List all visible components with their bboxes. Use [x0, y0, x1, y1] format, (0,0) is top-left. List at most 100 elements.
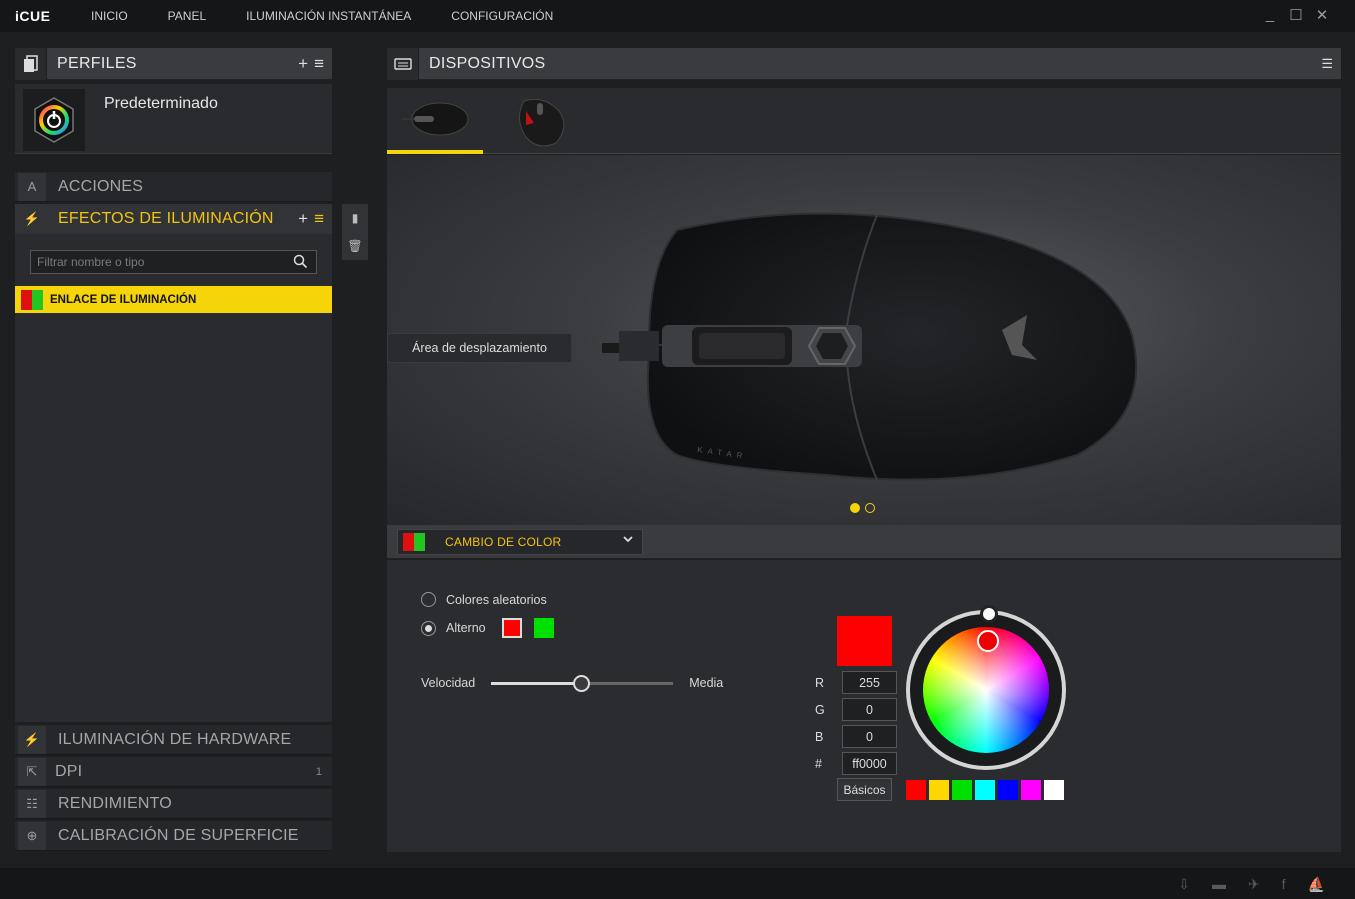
actions-section[interactable]: A ACCIONES	[15, 172, 332, 202]
alternate-option[interactable]: Alterno	[421, 618, 554, 638]
trash-icon[interactable]: 🗑	[347, 239, 362, 253]
device-tab-mouse-2[interactable]	[491, 88, 587, 154]
performance-icon: ☷	[18, 789, 46, 818]
profiles-header: PERFILES + ≡	[15, 47, 332, 80]
color-wheel-ring[interactable]	[906, 605, 1066, 770]
device-tabs	[387, 88, 1341, 154]
r-input[interactable]: 255	[842, 671, 897, 694]
app-logo: iCUE	[15, 8, 51, 24]
effect-color-swatch	[21, 289, 43, 310]
dpi-icon: ⇱	[18, 757, 46, 786]
effect-item-label: ENLACE DE ILUMINACIÓN	[50, 293, 197, 306]
corsair-icon[interactable]: ⛵	[1308, 876, 1325, 893]
device-tab-mouse-1[interactable]	[387, 88, 483, 154]
g-row: G 0	[815, 698, 897, 721]
basic-colors-button[interactable]: Básicos	[837, 778, 892, 801]
speed-slider[interactable]	[491, 674, 674, 692]
hex-input[interactable]: ff0000	[842, 752, 897, 775]
devices-menu-button[interactable]: ☰	[1321, 56, 1333, 72]
actions-title: ACCIONES	[58, 177, 144, 195]
facebook-icon[interactable]: f	[1282, 876, 1286, 893]
b-label: B	[815, 729, 824, 744]
effect-bar: CAMBIO DE COLOR	[387, 525, 1341, 559]
b-row: B 0	[815, 725, 897, 748]
random-colors-label: Colores aleatorios	[446, 592, 547, 607]
current-color-preview	[837, 616, 892, 666]
performance-section[interactable]: ☷ RENDIMIENTO	[15, 789, 332, 819]
palette-green[interactable]	[952, 780, 972, 800]
speed-slider-knob[interactable]	[573, 674, 591, 692]
mouse-thumbnail-icon	[519, 98, 565, 147]
nav-configuracion[interactable]: CONFIGURACIÓN	[451, 9, 553, 23]
lighting-effects-header[interactable]: ⚡ EFECTOS DE ILUMINACIÓN + ≡	[15, 204, 332, 234]
effect-type-value: CAMBIO DE COLOR	[445, 535, 562, 549]
hex-row: # ff0000	[815, 752, 897, 775]
surface-calibration-title: CALIBRACIÓN DE SUPERFICIE	[58, 826, 299, 844]
speed-slider-fill	[491, 681, 583, 685]
add-effect-button[interactable]: +	[298, 209, 308, 229]
close-icon[interactable]: ✕	[1314, 6, 1330, 24]
minimize-icon[interactable]: _	[1262, 6, 1278, 24]
dpi-section[interactable]: ⇱ DPI 1	[15, 757, 332, 787]
copy-icon[interactable]: ▮	[352, 211, 359, 225]
brightness-knob[interactable]	[980, 605, 998, 623]
speed-row: Velocidad Media	[421, 674, 724, 692]
surface-calibration-section[interactable]: ⊕ CALIBRACIÓN DE SUPERFICIE	[15, 821, 332, 851]
lighting-effects-title: EFECTOS DE ILUMINACIÓN	[58, 210, 274, 227]
filter-input[interactable]	[37, 255, 287, 269]
twitter-icon[interactable]: ✈	[1248, 876, 1260, 893]
effects-menu-button[interactable]: ≡	[314, 209, 324, 229]
effect-type-select[interactable]: CAMBIO DE COLOR	[397, 529, 643, 555]
palette-white[interactable]	[1044, 780, 1064, 800]
alternate-label: Alterno	[446, 621, 486, 635]
profiles-title: PERFILES	[57, 54, 137, 72]
random-colors-option[interactable]: Colores aleatorios	[421, 592, 547, 607]
nav-panel[interactable]: PANEL	[168, 9, 206, 23]
page-dot-2[interactable]	[865, 503, 875, 513]
palette-cyan[interactable]	[975, 780, 995, 800]
page-dot-1[interactable]	[850, 503, 860, 513]
random-colors-radio[interactable]	[421, 592, 436, 607]
devices-header: DISPOSITIVOS ☰	[387, 47, 1341, 80]
dpi-count: 1	[315, 765, 322, 778]
nav-inicio[interactable]: INICIO	[91, 9, 128, 23]
profiles-menu-button[interactable]: ≡	[314, 54, 324, 74]
maximize-icon[interactable]: ☐	[1288, 6, 1304, 24]
effect-list-item[interactable]: ENLACE DE ILUMINACIÓN	[15, 286, 332, 313]
bottom-bar: ⇩ ▬ ✈ f ⛵	[0, 868, 1355, 899]
alternate-color-2[interactable]	[533, 618, 554, 638]
profile-item[interactable]: Predeterminado	[15, 84, 332, 154]
palette-yellow[interactable]	[929, 780, 949, 800]
add-profile-button[interactable]: +	[298, 54, 308, 74]
color-selector-knob[interactable]	[977, 630, 999, 652]
speed-value: Media	[689, 676, 724, 690]
mouse-thumbnail-icon	[402, 102, 469, 136]
r-row: R 255	[815, 671, 897, 694]
b-input[interactable]: 0	[842, 725, 897, 748]
page-indicator	[850, 503, 875, 513]
keyboard-icon	[387, 47, 419, 80]
chat-icon[interactable]: ▬	[1212, 876, 1226, 893]
search-icon[interactable]	[293, 254, 308, 274]
lightning-icon: ⚡	[18, 205, 46, 233]
profile-logo-icon	[23, 89, 85, 151]
palette-magenta[interactable]	[1021, 780, 1041, 800]
r-label: R	[815, 675, 825, 690]
palette-blue[interactable]	[998, 780, 1018, 800]
chevron-down-icon	[622, 533, 634, 548]
effects-panel: ENLACE DE ILUMINACIÓN	[15, 234, 332, 722]
nav-instant-lighting[interactable]: ILUMINACIÓN INSTANTÁNEA	[246, 9, 411, 23]
profile-name: Predeterminado	[104, 95, 218, 112]
download-icon[interactable]: ⇩	[1178, 876, 1190, 893]
alternate-color-1[interactable]	[501, 618, 522, 638]
g-input[interactable]: 0	[842, 698, 897, 721]
alternate-radio[interactable]	[421, 620, 436, 636]
scroll-area-label[interactable]: Área de desplazamiento	[387, 333, 572, 363]
palette-red[interactable]	[906, 780, 926, 800]
actions-icon: A	[18, 172, 46, 201]
performance-title: RENDIMIENTO	[58, 794, 172, 812]
hardware-lighting-section[interactable]: ⚡ ILUMINACIÓN DE HARDWARE	[15, 725, 332, 755]
hex-label: #	[815, 756, 822, 771]
speed-label: Velocidad	[421, 676, 476, 690]
devices-title: DISPOSITIVOS	[429, 54, 546, 72]
